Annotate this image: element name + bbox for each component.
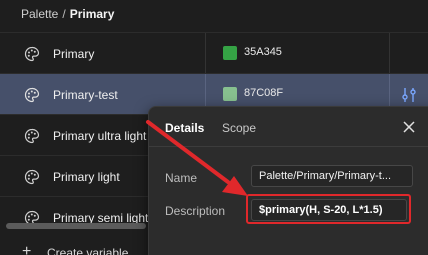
dialog-tabs: Details Scope <box>149 107 428 147</box>
breadcrumb-separator: / <box>62 7 66 21</box>
tab-details[interactable]: Details <box>165 121 204 135</box>
name-field[interactable]: Palette/Primary/Primary-t... <box>251 165 413 187</box>
edit-variable-dialog: Details Scope Name Palette/Primary/Prima… <box>148 106 428 255</box>
name-label: Name <box>165 171 198 185</box>
variable-value: 87C08F <box>244 87 284 99</box>
annotation-highlight-box <box>246 194 411 224</box>
palette-icon <box>24 128 40 144</box>
variable-name: Primary light <box>53 169 120 184</box>
variable-value-cell[interactable]: 35A345 <box>206 33 390 74</box>
description-label: Description <box>165 204 226 218</box>
variable-name-cell[interactable]: Primary <box>0 33 206 74</box>
variables-panel: Palette / Primary Primary 35A345 Primary… <box>0 0 428 255</box>
variable-adjust-icon[interactable] <box>400 86 418 104</box>
plus-icon: + <box>22 243 32 255</box>
tab-scope[interactable]: Scope <box>222 121 256 135</box>
variable-value: 35A345 <box>244 46 282 58</box>
breadcrumb: Palette / Primary <box>0 0 428 28</box>
color-swatch[interactable] <box>223 87 237 101</box>
variable-name: Primary-test <box>53 87 118 102</box>
palette-icon <box>24 46 40 62</box>
breadcrumb-parent[interactable]: Palette <box>21 7 58 21</box>
color-swatch[interactable] <box>223 46 237 60</box>
create-variable-label: Create variable <box>47 246 129 255</box>
scrollbar-thumb[interactable] <box>6 223 146 229</box>
close-icon[interactable] <box>402 120 416 134</box>
breadcrumb-current: Primary <box>69 7 115 21</box>
variable-name: Primary ultra light <box>53 128 147 143</box>
variable-name: Primary <box>53 46 95 61</box>
palette-icon <box>24 87 40 103</box>
table-row[interactable]: Primary 35A345 <box>0 32 428 74</box>
palette-icon <box>24 169 40 185</box>
